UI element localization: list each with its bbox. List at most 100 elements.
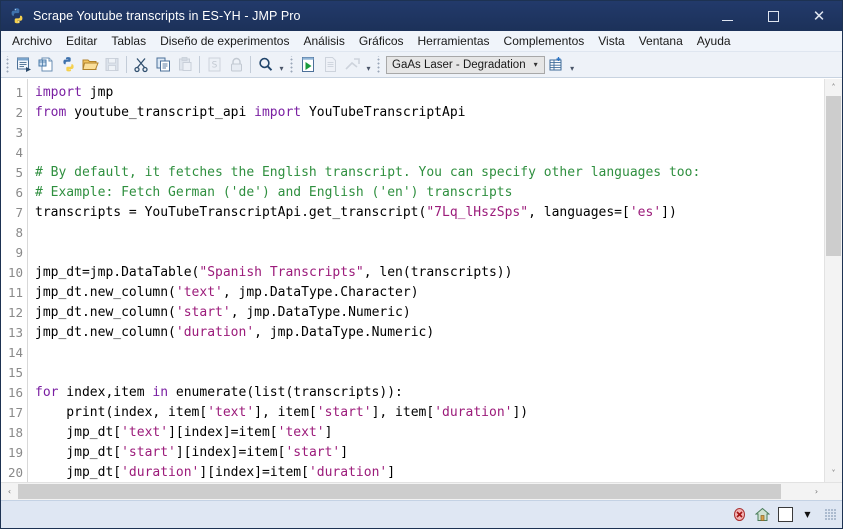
toolbar-grip-2[interactable] xyxy=(289,55,295,74)
home-icon[interactable] xyxy=(754,506,771,523)
code-token: ][index]=item[ xyxy=(199,465,309,480)
line-number: 16 xyxy=(7,385,23,400)
maximize-button[interactable] xyxy=(750,1,796,31)
code-token: import xyxy=(254,105,302,120)
search-magnifier-icon[interactable] xyxy=(254,54,276,75)
line-number: 11 xyxy=(7,285,23,300)
code-line[interactable] xyxy=(35,363,824,383)
code-line[interactable] xyxy=(35,143,824,163)
code-line[interactable]: jmp_dt=jmp.DataTable("Spanish Transcript… xyxy=(35,263,824,283)
code-line[interactable]: transcripts = YouTubeTranscriptApi.get_t… xyxy=(35,203,824,223)
code-text-area[interactable]: import jmp from youtube_transcript_api im… xyxy=(28,79,824,482)
toolbar-overflow-1[interactable]: ▾ xyxy=(276,54,287,75)
menu-ventana[interactable]: Ventana xyxy=(632,32,690,51)
new-data-table-icon[interactable] xyxy=(35,54,57,75)
svg-text:S: S xyxy=(211,61,217,71)
line-number: 1 xyxy=(15,85,23,100)
script-editor: 123456789101112131415161718192021 import… xyxy=(1,78,842,500)
window-mode-icon[interactable] xyxy=(777,506,794,523)
jmp-pro-window: Scrape Youtube transcripts in ES-YH - JM… xyxy=(0,0,843,529)
menu-tablas[interactable]: Tablas xyxy=(104,32,153,51)
code-line[interactable]: from youtube_transcript_api import YouTu… xyxy=(35,103,824,123)
code-token: 'duration' xyxy=(175,325,255,340)
dropdown-caret-icon[interactable]: ▼ xyxy=(800,506,817,523)
toolbar-overflow-2[interactable]: ▾ xyxy=(363,54,374,75)
copy-icon[interactable] xyxy=(152,54,174,75)
code-line[interactable]: jmp_dt['start'][index]=item['start'] xyxy=(35,443,824,463)
toolbar-overflow-3[interactable]: ▾ xyxy=(567,54,578,75)
toolbar-grip-1[interactable] xyxy=(5,55,11,74)
code-token: jmp xyxy=(81,85,114,100)
horizontal-scrollbar[interactable]: ‹ › xyxy=(1,482,842,500)
code-token: ] xyxy=(324,425,333,440)
title-bar: Scrape Youtube transcripts in ES-YH - JM… xyxy=(1,1,842,31)
code-token: 'duration' xyxy=(121,465,200,480)
step-debug-icon[interactable] xyxy=(341,54,363,75)
menu-diseno-de-experimentos[interactable]: Diseño de experimentos xyxy=(153,32,296,51)
horizontal-scroll-track[interactable] xyxy=(18,483,808,500)
toolbar-grip-3[interactable] xyxy=(376,55,382,74)
window-resize-grip[interactable] xyxy=(825,508,837,521)
line-number: 20 xyxy=(7,465,23,480)
code-line[interactable]: # By default, it fetches the English tra… xyxy=(35,163,824,183)
line-number: 7 xyxy=(15,205,23,220)
code-line[interactable]: jmp_dt['duration'][index]=item['duration… xyxy=(35,463,824,482)
cut-scissors-icon[interactable] xyxy=(130,54,152,75)
scroll-up-arrow-icon[interactable]: ˄ xyxy=(825,79,842,96)
toolbar-separator-2 xyxy=(199,56,200,73)
menu-archivo[interactable]: Archivo xyxy=(5,32,59,51)
menu-graficos[interactable]: Gráficos xyxy=(352,32,411,51)
scroll-down-arrow-icon[interactable]: ˅ xyxy=(825,465,842,482)
new-script-icon[interactable] xyxy=(13,54,35,75)
scroll-left-arrow-icon[interactable]: ‹ xyxy=(1,483,18,500)
vertical-scrollbar[interactable]: ˄ ˅ xyxy=(824,79,842,482)
code-line[interactable]: print(index, item['text'], item['start']… xyxy=(35,403,824,423)
code-line[interactable] xyxy=(35,343,824,363)
script-journal-icon[interactable]: S xyxy=(203,54,225,75)
error-stop-icon[interactable] xyxy=(731,506,748,523)
menu-herramientas[interactable]: Herramientas xyxy=(411,32,497,51)
code-line[interactable]: import jmp xyxy=(35,83,824,103)
code-line[interactable]: jmp_dt.new_column('text', jmp.DataType.C… xyxy=(35,283,824,303)
menu-complementos[interactable]: Complementos xyxy=(497,32,592,51)
menu-ayuda[interactable]: Ayuda xyxy=(690,32,738,51)
code-line[interactable] xyxy=(35,223,824,243)
code-line[interactable] xyxy=(35,123,824,143)
code-token: , jmp.DataType.Character) xyxy=(222,285,419,300)
paste-icon[interactable] xyxy=(174,54,196,75)
code-line[interactable]: # Example: Fetch German ('de') and Engli… xyxy=(35,183,824,203)
document-page-icon[interactable] xyxy=(319,54,341,75)
line-number: 3 xyxy=(15,125,23,140)
code-token: 'text' xyxy=(121,425,169,440)
code-line[interactable]: for index,item in enumerate(list(transcr… xyxy=(35,383,824,403)
code-token: 'text' xyxy=(207,405,255,420)
code-token: jmp_dt.new_column( xyxy=(35,325,176,340)
lock-icon[interactable] xyxy=(225,54,247,75)
code-line[interactable]: jmp_dt['text'][index]=item['text'] xyxy=(35,423,824,443)
horizontal-scroll-thumb[interactable] xyxy=(18,484,781,499)
code-token: index,item xyxy=(58,385,153,400)
open-folder-icon[interactable] xyxy=(79,54,101,75)
menu-bar: Archivo Editar Tablas Diseño de experime… xyxy=(1,31,842,52)
code-line[interactable] xyxy=(35,243,824,263)
code-token: jmp_dt=jmp.DataTable( xyxy=(35,265,200,280)
save-icon[interactable] xyxy=(101,54,123,75)
code-token: "Spanish Transcripts" xyxy=(199,265,364,280)
vertical-scroll-thumb[interactable] xyxy=(826,96,841,256)
minimize-button[interactable] xyxy=(704,1,750,31)
close-button[interactable]: ✕ xyxy=(796,1,842,31)
run-script-play-icon[interactable] xyxy=(297,54,319,75)
menu-analisis[interactable]: Análisis xyxy=(296,32,351,51)
menu-editar[interactable]: Editar xyxy=(59,32,104,51)
code-line[interactable]: jmp_dt.new_column('duration', jmp.DataTy… xyxy=(35,323,824,343)
code-pane[interactable]: 123456789101112131415161718192021 import… xyxy=(1,79,824,482)
data-table-select[interactable]: GaAs Laser - Degradation ▾ xyxy=(386,55,545,74)
python-script-icon[interactable] xyxy=(57,54,79,75)
vertical-scroll-track[interactable] xyxy=(825,96,842,465)
scroll-right-arrow-icon[interactable]: › xyxy=(808,483,825,500)
new-table-from-icon[interactable] xyxy=(545,54,567,75)
code-token: in xyxy=(152,385,169,400)
code-line[interactable]: jmp_dt.new_column('start', jmp.DataType.… xyxy=(35,303,824,323)
code-token: , jmp.DataType.Numeric) xyxy=(230,305,411,320)
menu-vista[interactable]: Vista xyxy=(591,32,631,51)
